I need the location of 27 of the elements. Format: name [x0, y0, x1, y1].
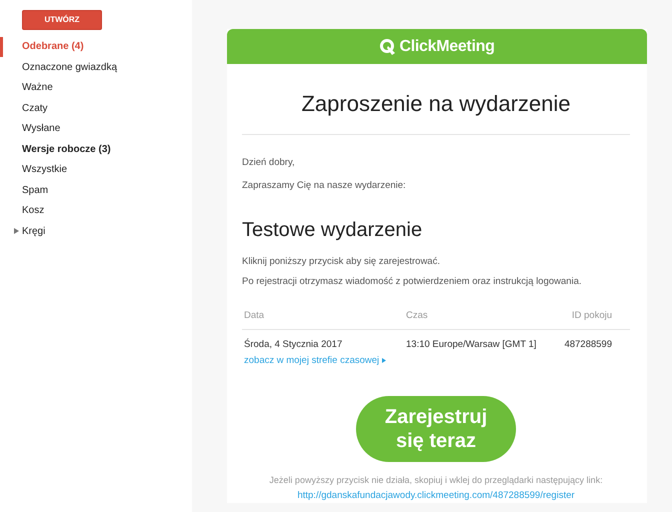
expand-triangle-icon[interactable]	[14, 228, 19, 234]
sidebar-item[interactable]: Czaty	[0, 98, 192, 118]
column-header: Czas	[404, 310, 562, 330]
email-title: Zaproszenie na wydarzenie	[242, 64, 630, 135]
column-header: ID pokoju	[562, 310, 630, 330]
table-cell-text: Środa, 4 Stycznia 2017	[243, 338, 344, 350]
fallback-text: Jeżeli powyższy przycisk nie działa, skopiuj i wklej do przeglądarki następujący link:	[268, 475, 604, 485]
table-cell-text: 13:10 Europe/Warsaw [GMT 1]	[405, 338, 538, 350]
sidebar-item[interactable]: Wysłane	[0, 118, 192, 139]
sidebar-item[interactable]: Kręgi	[0, 221, 192, 242]
compose-button[interactable]: UTWÓRZ	[22, 10, 102, 30]
sidebar-item[interactable]: Kosz	[0, 200, 192, 221]
intro-text: Zapraszamy Cię na nasze wydarzenie:	[242, 180, 407, 191]
sidebar-item[interactable]: Ważne	[0, 78, 192, 98]
instruction-text: Kliknij poniższy przycisk aby się zarejestrować.	[242, 255, 441, 269]
event-name: Testowe wydarzenie	[242, 219, 424, 242]
table-cell-text: 487288599	[563, 338, 613, 350]
arrow-icon	[382, 358, 386, 363]
brand-name: ClickMeeting	[399, 38, 495, 56]
sidebar-item[interactable]: Wersje robocze (3)	[0, 139, 192, 160]
sidebar-item[interactable]: Spam	[0, 180, 192, 200]
column-header: Data	[242, 310, 404, 330]
sidebar-item[interactable]: Wszystkie	[0, 160, 192, 180]
logo-icon	[379, 38, 396, 56]
instruction-text: Po rejestracji otrzymasz wiadomość z potwierdzeniem oraz instrukcją logowania.	[242, 275, 582, 289]
greeting-text: Dzień dobry,	[242, 157, 296, 168]
sidebar-item[interactable]: Oznaczone gwiazdką	[0, 57, 192, 78]
